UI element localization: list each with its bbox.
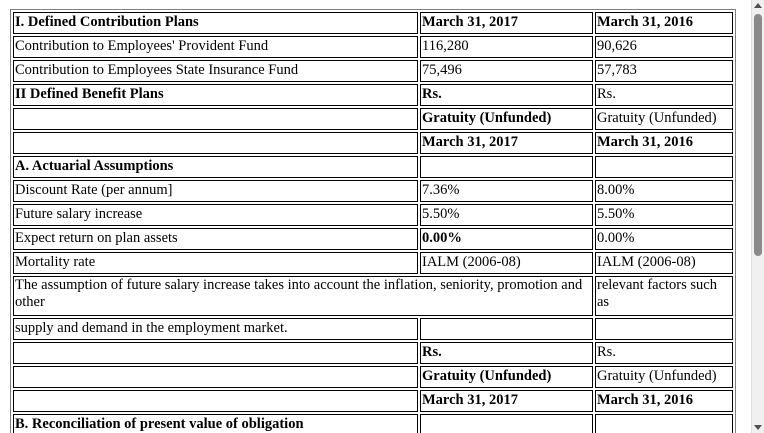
table-row: Gratuity (Unfunded) Gratuity (Unfunded) [13, 108, 733, 130]
table-cell: 7.36% [420, 180, 593, 202]
table-cell [595, 156, 733, 178]
scroll-down-arrow-icon[interactable] [754, 425, 762, 430]
table-cell: 8.00% [595, 180, 733, 202]
table-row: Mortality rate IALM (2006-08) IALM (2006-0… [13, 252, 733, 274]
table-cell: Gratuity (Unfunded) [595, 366, 733, 388]
table-row: Gratuity (Unfunded) Gratuity (Unfunded) [13, 366, 733, 388]
table-cell: I. Defined Contribution Plans [13, 12, 418, 34]
table-row: March 31, 2017 March 31, 2016 [13, 390, 733, 412]
table-cell [13, 108, 418, 130]
table-row: Discount Rate (per annum] 7.36% 8.00% [13, 180, 733, 202]
vertical-scrollbar[interactable] [751, 0, 764, 433]
table-cell: 116,280 [420, 36, 593, 58]
table-cell: 90,626 [595, 36, 733, 58]
table-cell [420, 414, 593, 433]
table-cell: Mortality rate [13, 252, 418, 274]
table-cell: 5.50% [595, 204, 733, 226]
table-cell: 75,496 [420, 60, 593, 82]
table-cell [13, 390, 418, 412]
table-row: Future salary increase 5.50% 5.50% [13, 204, 733, 226]
table-cell: Contribution to Employees State Insuranc… [13, 60, 418, 82]
table-row: B. Reconciliation of present value of ob… [13, 414, 733, 433]
table-cell: 0.00% [595, 228, 733, 250]
table-body: I. Defined Contribution Plans March 31, 2… [13, 12, 733, 433]
table-cell: Gratuity (Unfunded) [420, 366, 593, 388]
table-cell: II Defined Benefit Plans [13, 84, 418, 106]
table-cell: 5.50% [420, 204, 593, 226]
table-row: II Defined Benefit Plans Rs. Rs. [13, 84, 733, 106]
table-row: The assumption of future salary increase… [13, 276, 733, 316]
table-cell: March 31, 2017 [420, 132, 593, 154]
table-row: supply and demand in the employment mark… [13, 318, 733, 340]
table-cell: 57,783 [595, 60, 733, 82]
table-cell: IALM (2006-08) [420, 252, 593, 274]
table-cell: Contribution to Employees' Provident Fun… [13, 36, 418, 58]
table-row: March 31, 2017 March 31, 2016 [13, 132, 733, 154]
table-cell: Expect return on plan assets [13, 228, 418, 250]
scroll-thumb[interactable] [754, 14, 762, 256]
table-cell: supply and demand in the employment mark… [13, 318, 418, 340]
financial-table: I. Defined Contribution Plans March 31, 2… [10, 9, 736, 433]
table-cell [420, 318, 593, 340]
table-cell: Rs. [595, 342, 733, 364]
table-cell: The assumption of future salary increase… [13, 276, 593, 316]
table-cell: B. Reconciliation of present value of ob… [13, 414, 418, 433]
table-cell: Rs. [420, 342, 593, 364]
table-row: A. Actuarial Assumptions [13, 156, 733, 178]
table-cell [595, 414, 733, 433]
document-viewport: I. Defined Contribution Plans March 31, 2… [0, 0, 751, 433]
table-row: Rs. Rs. [13, 342, 733, 364]
table-cell [13, 342, 418, 364]
table-cell: relevant factors such as [595, 276, 733, 316]
table-row: Contribution to Employees' Provident Fun… [13, 36, 733, 58]
table-cell: Gratuity (Unfunded) [595, 108, 733, 130]
table-cell: March 31, 2016 [595, 132, 733, 154]
table-cell [420, 156, 593, 178]
table-row: I. Defined Contribution Plans March 31, 2… [13, 12, 733, 34]
table-cell: IALM (2006-08) [595, 252, 733, 274]
table-cell [13, 366, 418, 388]
table-cell: Rs. [420, 84, 593, 106]
table-cell: Future salary increase [13, 204, 418, 226]
table-cell: A. Actuarial Assumptions [13, 156, 418, 178]
table-cell: March 31, 2017 [420, 12, 593, 34]
table-cell: March 31, 2016 [595, 390, 733, 412]
table-cell: Discount Rate (per annum] [13, 180, 418, 202]
table-cell [13, 132, 418, 154]
table-cell [595, 318, 733, 340]
table-cell: Gratuity (Unfunded) [420, 108, 593, 130]
table-cell: Rs. [595, 84, 733, 106]
table-row: Expect return on plan assets 0.00% 0.00% [13, 228, 733, 250]
table-cell: March 31, 2016 [595, 12, 733, 34]
table-cell: 0.00% [420, 228, 593, 250]
scroll-up-arrow-icon[interactable] [754, 3, 762, 8]
table-cell: March 31, 2017 [420, 390, 593, 412]
table-row: Contribution to Employees State Insuranc… [13, 60, 733, 82]
